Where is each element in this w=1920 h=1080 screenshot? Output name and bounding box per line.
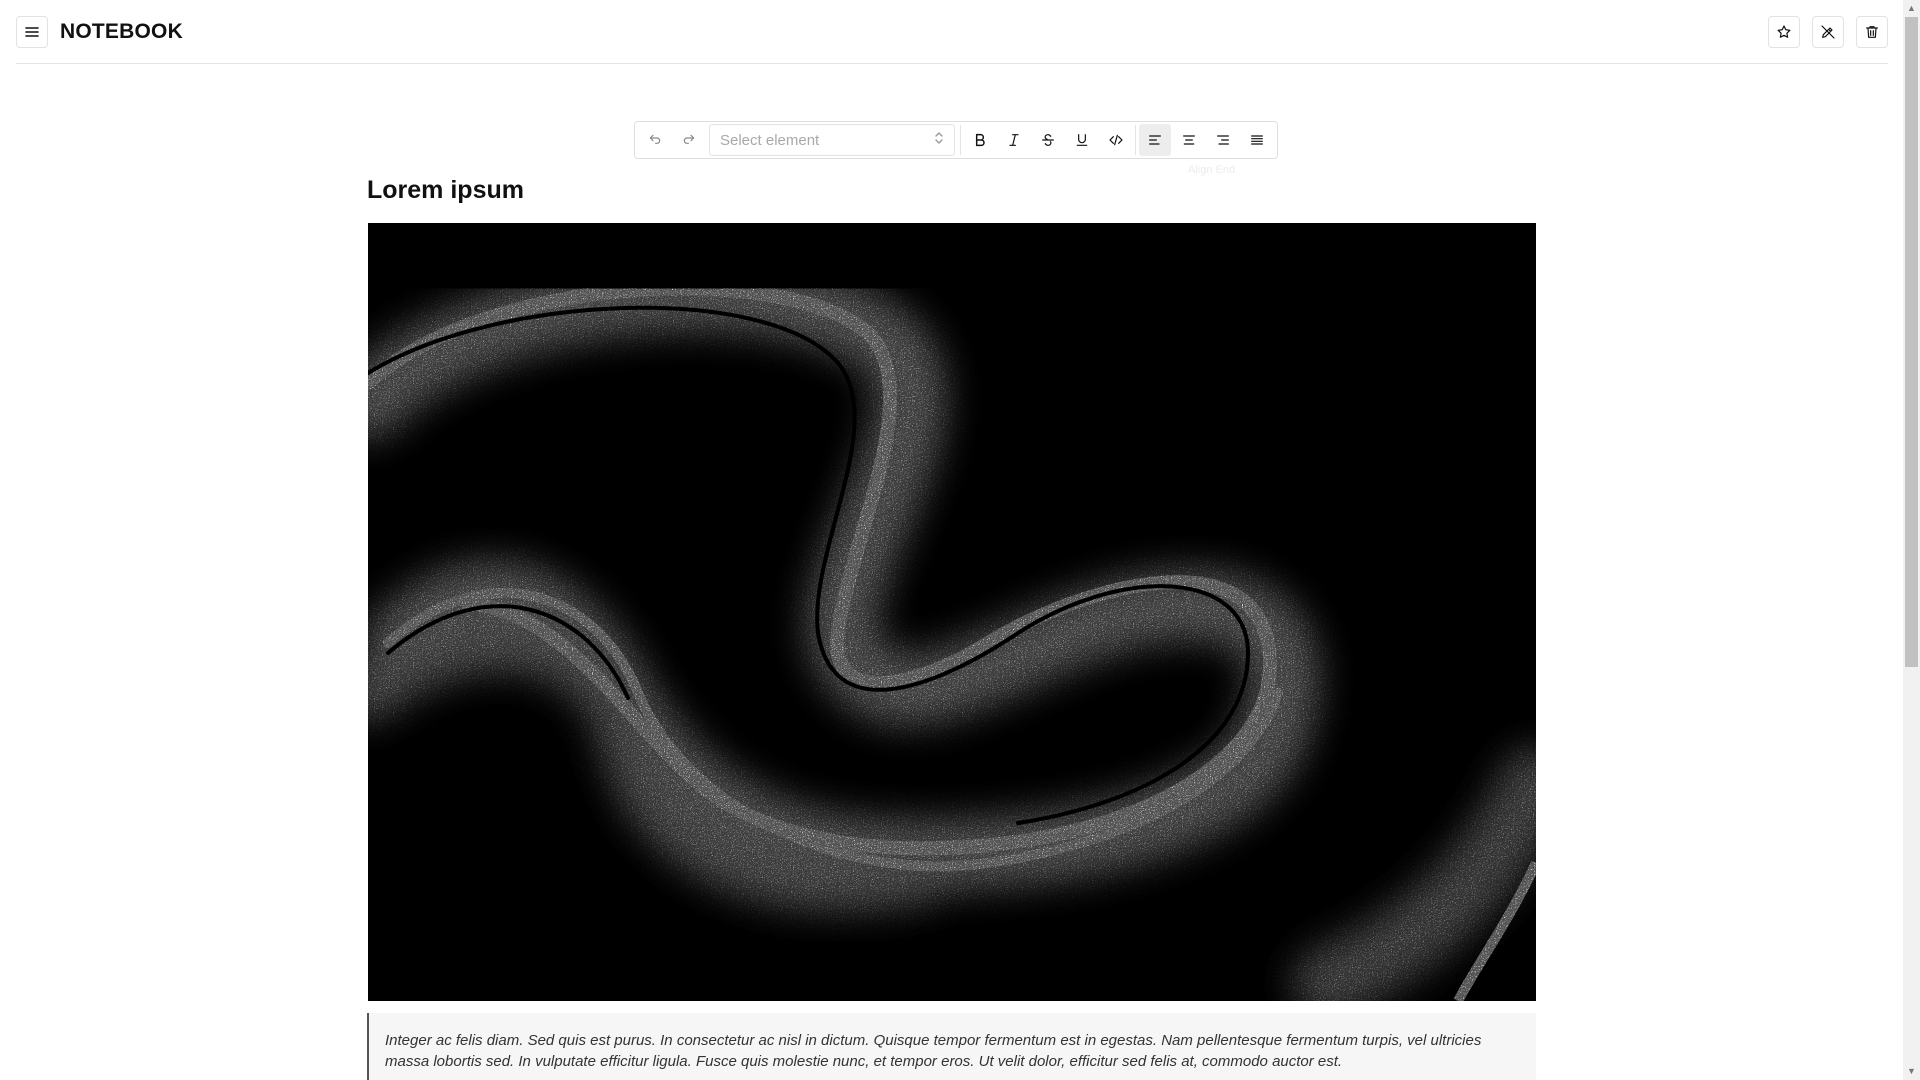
element-select-placeholder: Select element <box>720 131 820 149</box>
code-icon <box>1108 132 1124 148</box>
align-end-button[interactable] <box>1207 124 1239 156</box>
align-center-icon <box>1181 132 1197 148</box>
pencil-off-icon <box>1820 24 1836 40</box>
align-end-tooltip: Align End <box>1188 164 1236 176</box>
vertical-scrollbar[interactable]: ▲ ▼ <box>1903 0 1920 1080</box>
redo-icon <box>681 132 697 148</box>
favorite-button[interactable] <box>1768 15 1800 48</box>
delete-button[interactable] <box>1856 15 1888 48</box>
toolbar-separator <box>960 125 961 155</box>
menu-button[interactable] <box>16 15 48 48</box>
blockquote-text: Integer ac felis diam. Sed quis est puru… <box>385 1032 1482 1070</box>
chevron-up-down-icon <box>934 131 944 149</box>
document-title[interactable]: Lorem ipsum <box>367 176 524 205</box>
notebook-page: NOTEBOOK Select element Align End Lorem … <box>0 0 1920 1080</box>
align-end-icon <box>1215 132 1231 148</box>
scroll-up-arrow-icon[interactable]: ▲ <box>1903 0 1920 17</box>
scroll-down-arrow-icon[interactable]: ▼ <box>1903 1063 1920 1080</box>
scrollbar-thumb[interactable] <box>1905 17 1918 667</box>
element-select[interactable]: Select element <box>709 124 955 156</box>
editor-toolbar: Select element <box>634 121 1278 159</box>
toolbar-separator <box>1135 125 1136 155</box>
align-justify-button[interactable] <box>1241 124 1273 156</box>
italic-icon <box>1006 132 1022 148</box>
app-header: NOTEBOOK <box>16 0 1888 64</box>
bold-button[interactable] <box>964 124 996 156</box>
undo-button[interactable] <box>639 124 671 156</box>
blockquote[interactable]: Integer ac felis diam. Sed quis est puru… <box>367 1013 1536 1080</box>
bold-icon <box>972 132 988 148</box>
edit-disabled-button[interactable] <box>1812 15 1844 48</box>
code-button[interactable] <box>1100 124 1132 156</box>
app-title: NOTEBOOK <box>60 19 183 43</box>
abstract-swirl-image <box>368 223 1536 1001</box>
align-start-button[interactable] <box>1139 124 1171 156</box>
undo-icon <box>647 132 663 148</box>
document-image[interactable] <box>368 223 1536 1001</box>
header-actions <box>1768 15 1888 48</box>
align-start-icon <box>1147 132 1163 148</box>
underline-icon <box>1074 132 1090 148</box>
align-center-button[interactable] <box>1173 124 1205 156</box>
redo-button[interactable] <box>673 124 705 156</box>
underline-button[interactable] <box>1066 124 1098 156</box>
trash-icon <box>1864 24 1880 40</box>
star-icon <box>1776 24 1792 40</box>
strikethrough-button[interactable] <box>1032 124 1064 156</box>
italic-button[interactable] <box>998 124 1030 156</box>
hamburger-menu-icon <box>25 26 39 38</box>
align-justify-icon <box>1249 132 1265 148</box>
strikethrough-icon <box>1040 132 1056 148</box>
